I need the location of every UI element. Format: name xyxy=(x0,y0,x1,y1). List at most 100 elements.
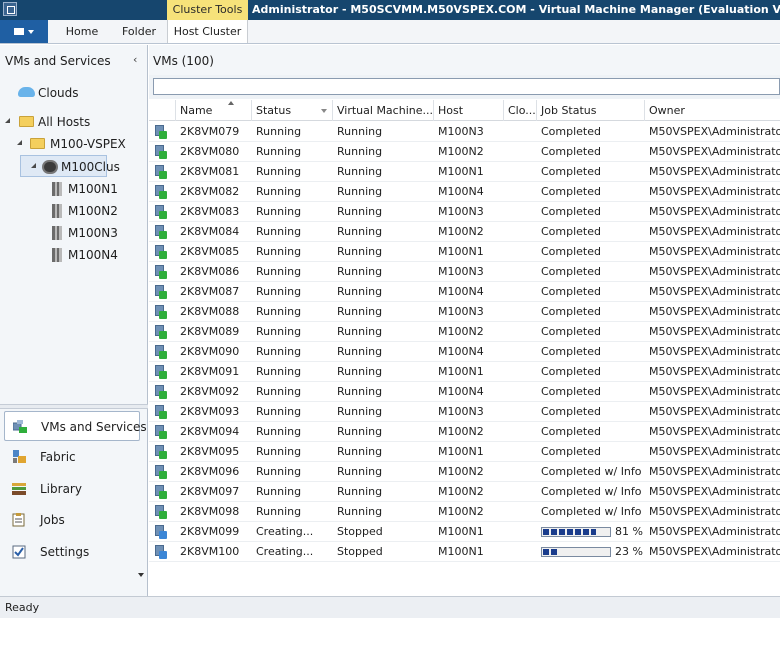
workspace-library[interactable]: Library xyxy=(4,474,140,504)
workspace-jobs[interactable]: Jobs xyxy=(4,505,140,535)
cell-job-status: Completed w/ Info xyxy=(541,485,642,498)
table-row[interactable]: 2K8VM095 Running Running M100N1 M50VSPEX\Adm… xyxy=(149,442,780,462)
table-row[interactable]: 2K8VM080 Running Running M100N2 M50VSPEX\Adm… xyxy=(149,142,780,162)
column-header-icon[interactable] xyxy=(149,100,176,121)
expand-arrow-icon[interactable] xyxy=(5,118,10,123)
file-menu-button[interactable] xyxy=(0,20,48,43)
cell-host: M100N4 xyxy=(438,385,484,398)
cell-owner: M50VSPEX\Administrator xyxy=(649,325,780,338)
vm-running-icon xyxy=(155,305,167,319)
tab-home[interactable]: Home xyxy=(58,20,106,43)
table-row[interactable]: 2K8VM090 Running Running M100N4 M50VSPEX\Adm… xyxy=(149,342,780,362)
tab-host-cluster[interactable]: Host Cluster xyxy=(167,20,248,43)
system-menu-icon[interactable] xyxy=(3,2,17,16)
vm-running-icon xyxy=(155,265,167,279)
cell-owner: M50VSPEX\Administrator xyxy=(649,245,780,258)
cell-status: Creating... xyxy=(256,545,314,558)
column-header-label: Host xyxy=(438,104,464,117)
table-row[interactable]: 2K8VM099 Creating... Stopped M100N1 M50VSPEX… xyxy=(149,522,780,542)
table-row[interactable]: 2K8VM100 Creating... Stopped M100N1 M50VSPEX… xyxy=(149,542,780,562)
folder-icon xyxy=(30,138,45,149)
workspace-splitter[interactable] xyxy=(0,404,148,409)
vm-running-icon xyxy=(155,385,167,399)
job-progress-percent: 81 % xyxy=(615,525,643,538)
context-tab-cluster-tools: Cluster Tools xyxy=(167,0,248,20)
cell-status: Running xyxy=(256,345,302,358)
cell-host: M100N1 xyxy=(438,365,484,378)
column-header-job-status[interactable]: Job Status xyxy=(537,100,645,121)
cell-job-status: Completed xyxy=(541,125,601,138)
job-progress-fill xyxy=(543,549,558,555)
table-row[interactable]: 2K8VM081 Running Running M100N1 M50VSPEX\Adm… xyxy=(149,162,780,182)
table-row[interactable]: 2K8VM097 Running Running M100N2 M50VSPEX\Adm… xyxy=(149,482,780,502)
cell-vm-state: Running xyxy=(337,245,383,258)
table-row[interactable]: 2K8VM079 Running Running M100N3 M50VSPEX\Adm… xyxy=(149,122,780,142)
column-header-owner[interactable]: Owner xyxy=(645,100,780,121)
workspace-fabric[interactable]: Fabric xyxy=(4,442,140,472)
vm-running-icon xyxy=(155,345,167,359)
host-server-icon xyxy=(52,248,62,262)
cell-status: Running xyxy=(256,385,302,398)
cell-name: 2K8VM090 xyxy=(180,345,240,358)
tree-item-label: M100N1 xyxy=(68,182,118,196)
workspace-settings[interactable]: Settings xyxy=(4,537,140,567)
cell-owner: M50VSPEX\Administrator xyxy=(649,405,780,418)
column-header-cloud[interactable]: Clo... xyxy=(504,100,537,121)
cell-status: Running xyxy=(256,285,302,298)
filter-dropdown-icon[interactable] xyxy=(321,109,327,113)
cell-job-status: Completed xyxy=(541,185,601,198)
column-header-virtual-machine[interactable]: Virtual Machine... xyxy=(333,100,434,121)
vm-running-icon xyxy=(155,445,167,459)
tree-item-host-m100n2[interactable]: M100N2 xyxy=(0,200,148,222)
tree-item-host-m100n1[interactable]: M100N1 xyxy=(0,178,148,200)
table-row[interactable]: 2K8VM089 Running Running M100N2 M50VSPEX\Adm… xyxy=(149,322,780,342)
table-row[interactable]: 2K8VM084 Running Running M100N2 M50VSPEX\Adm… xyxy=(149,222,780,242)
table-row[interactable]: 2K8VM096 Running Running M100N2 M50VSPEX\Adm… xyxy=(149,462,780,482)
column-header-host[interactable]: Host xyxy=(434,100,504,121)
cell-host: M100N2 xyxy=(438,325,484,338)
table-row[interactable]: 2K8VM098 Running Running M100N2 M50VSPEX\Adm… xyxy=(149,502,780,522)
table-row[interactable]: 2K8VM094 Running Running M100N2 M50VSPEX\Adm… xyxy=(149,422,780,442)
table-row[interactable]: 2K8VM092 Running Running M100N4 M50VSPEX\Adm… xyxy=(149,382,780,402)
tree-item-host-m100n4[interactable]: M100N4 xyxy=(0,244,148,266)
expand-arrow-icon[interactable] xyxy=(17,140,22,145)
column-header-name[interactable]: Name xyxy=(176,100,252,121)
cell-status: Running xyxy=(256,265,302,278)
cell-host: M100N1 xyxy=(438,245,484,258)
tree-item-host-m100n3[interactable]: M100N3 xyxy=(0,222,148,244)
expand-arrow-icon[interactable] xyxy=(31,163,36,168)
workspace-overflow-chevron-icon[interactable] xyxy=(138,573,144,577)
collapse-pane-icon[interactable]: ‹ xyxy=(133,53,137,66)
tree-item-label: M100-VSPEX xyxy=(50,137,126,151)
tree-item-m100-vspex[interactable]: M100-VSPEX xyxy=(0,133,148,155)
results-pane-header: VMs (100) xyxy=(149,45,780,75)
column-header-status[interactable]: Status xyxy=(252,100,333,121)
table-row[interactable]: 2K8VM083 Running Running M100N3 M50VSPEX\Adm… xyxy=(149,202,780,222)
table-row[interactable]: 2K8VM086 Running Running M100N3 M50VSPEX\Adm… xyxy=(149,262,780,282)
cell-job-status: Completed xyxy=(541,325,601,338)
table-row[interactable]: 2K8VM087 Running Running M100N4 M50VSPEX\Adm… xyxy=(149,282,780,302)
tree-item-label: All Hosts xyxy=(38,115,91,129)
cell-name: 2K8VM093 xyxy=(180,405,240,418)
folder-icon xyxy=(19,116,34,127)
column-header-label: Status xyxy=(256,104,292,117)
table-row[interactable]: 2K8VM085 Running Running M100N1 M50VSPEX\Adm… xyxy=(149,242,780,262)
tree-item-all-hosts[interactable]: All Hosts xyxy=(0,111,148,133)
tab-folder[interactable]: Folder xyxy=(112,20,166,43)
table-row[interactable]: 2K8VM093 Running Running M100N3 M50VSPEX\Adm… xyxy=(149,402,780,422)
chevron-down-icon xyxy=(28,30,34,34)
cell-owner: M50VSPEX\Administrator xyxy=(649,385,780,398)
table-row[interactable]: 2K8VM088 Running Running M100N3 M50VSPEX\Adm… xyxy=(149,302,780,322)
tree-item-m100clus[interactable]: M100Clus xyxy=(20,155,120,177)
vm-running-icon xyxy=(155,225,167,239)
file-menu-icon xyxy=(14,28,24,35)
table-row[interactable]: 2K8VM082 Running Running M100N4 M50VSPEX\Adm… xyxy=(149,182,780,202)
jobs-icon xyxy=(12,513,25,527)
cell-status: Creating... xyxy=(256,525,314,538)
workspace-vms-and-services[interactable]: VMs and Services xyxy=(4,411,147,441)
cell-status: Running xyxy=(256,305,302,318)
tree-item-clouds[interactable]: Clouds xyxy=(0,82,148,104)
vm-running-icon xyxy=(155,485,167,499)
table-row[interactable]: 2K8VM091 Running Running M100N1 M50VSPEX\Adm… xyxy=(149,362,780,382)
search-input[interactable] xyxy=(153,78,780,95)
